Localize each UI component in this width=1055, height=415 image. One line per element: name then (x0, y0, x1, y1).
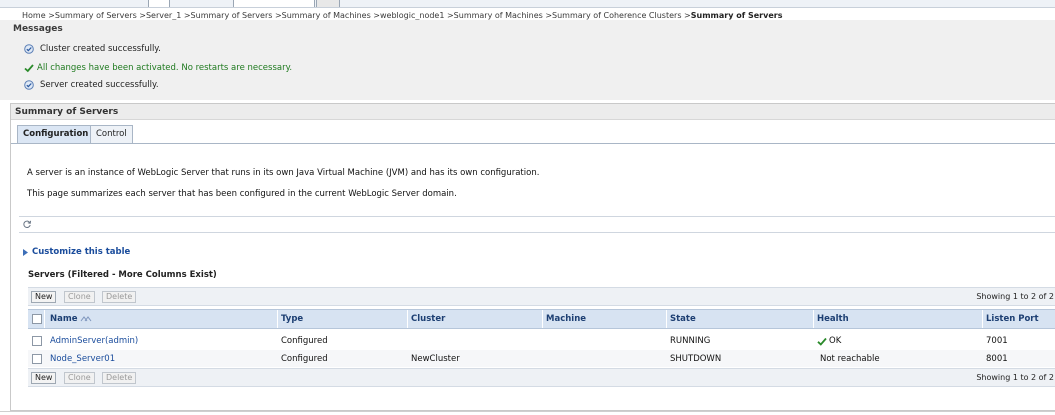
description-line: This page summarizes each server that ha… (27, 189, 457, 199)
table-toolbar-bottom: New Clone Delete Showing 1 to 2 of 2 (28, 368, 1055, 387)
toolbar-search-input[interactable] (233, 0, 315, 7)
health-text: OK (829, 336, 842, 346)
messages-panel: Messages Cluster created successfully. A… (0, 20, 1055, 100)
tab-control[interactable]: Control (90, 125, 133, 144)
server-state: RUNNING (670, 336, 711, 346)
description-line: A server is an instance of WebLogic Serv… (27, 168, 540, 178)
column-label: Name (50, 314, 78, 324)
new-button[interactable]: New (31, 291, 57, 303)
panel-title-bar: Summary of Servers (11, 104, 1055, 120)
server-health: Not reachable (820, 354, 880, 364)
column-separator (277, 310, 278, 328)
info-icon (24, 80, 34, 90)
messages-header: Messages (13, 24, 63, 34)
clone-button[interactable]: Clone (64, 291, 95, 303)
server-health: OK (817, 336, 841, 346)
server-listen-port: 8001 (986, 354, 1008, 364)
delete-button[interactable]: Delete (102, 372, 137, 384)
table-title: Servers (Filtered - More Columns Exist) (28, 270, 217, 280)
column-header-health[interactable]: Health (817, 314, 849, 324)
tab-configuration[interactable]: Configuration (17, 125, 95, 144)
column-separator (813, 310, 814, 328)
table-header: Name Type Cluster Machine State Health L… (28, 309, 1055, 329)
page-bottom-border (0, 411, 1055, 412)
toolbar-icon[interactable] (148, 0, 170, 7)
column-separator (982, 310, 983, 328)
server-state: SHUTDOWN (670, 354, 722, 364)
column-header-state[interactable]: State (670, 314, 696, 324)
select-all-checkbox[interactable] (32, 314, 42, 324)
new-button[interactable]: New (31, 372, 57, 384)
column-separator (407, 310, 408, 328)
delete-button[interactable]: Delete (102, 291, 137, 303)
column-header-machine[interactable]: Machine (546, 314, 586, 324)
server-type: Configured (281, 336, 328, 346)
pagination-status: Showing 1 to 2 of 2 (976, 373, 1054, 382)
refresh-bar (19, 216, 1055, 233)
column-separator (542, 310, 543, 328)
server-type: Configured (281, 354, 328, 364)
info-icon (24, 44, 34, 54)
server-cluster: NewCluster (411, 354, 460, 364)
message-item: Server created successfully. (24, 80, 159, 90)
column-header-cluster[interactable]: Cluster (411, 314, 445, 324)
breadcrumb-current: Summary of Servers (690, 11, 783, 20)
toolbar-search-button[interactable] (316, 0, 340, 7)
expand-arrow-icon (23, 248, 28, 256)
customize-table-link[interactable]: Customize this table (22, 247, 130, 257)
row-checkbox[interactable] (32, 354, 42, 364)
column-separator (666, 310, 667, 328)
message-item: Cluster created successfully. (24, 44, 161, 54)
table-row: Node_Server01 Configured NewCluster SHUT… (28, 350, 1055, 367)
breadcrumb: Home >Summary of Servers >Server_1 >Summ… (22, 11, 782, 20)
customize-table-label: Customize this table (32, 247, 131, 257)
server-name-link[interactable]: AdminServer(admin) (50, 336, 138, 346)
check-icon (817, 337, 827, 346)
sort-icon[interactable] (80, 315, 92, 323)
breadcrumb-links[interactable]: Home >Summary of Servers >Server_1 >Summ… (22, 11, 691, 20)
table-toolbar-top: New Clone Delete Showing 1 to 2 of 2 (28, 287, 1055, 306)
server-name-link[interactable]: Node_Server01 (50, 354, 115, 364)
message-item: All changes have been activated. No rest… (24, 63, 292, 73)
message-text: Server created successfully. (40, 80, 159, 90)
check-icon (24, 64, 34, 73)
table-row: AdminServer(admin) Configured RUNNING OK… (28, 332, 1055, 349)
server-listen-port: 7001 (986, 336, 1008, 346)
column-header-name[interactable]: Name (50, 314, 92, 324)
top-toolbar (0, 0, 1055, 8)
column-header-listen-port[interactable]: Listen Port (986, 314, 1039, 324)
column-header-type[interactable]: Type (281, 314, 303, 324)
message-text: Cluster created successfully. (40, 44, 161, 54)
message-text: All changes have been activated. No rest… (37, 63, 293, 73)
tab-divider (11, 143, 1055, 144)
pagination-status: Showing 1 to 2 of 2 (976, 292, 1054, 301)
refresh-icon[interactable] (22, 219, 32, 229)
column-separator (44, 310, 45, 328)
summary-panel: Summary of Servers Configuration Control… (10, 103, 1055, 411)
clone-button[interactable]: Clone (64, 372, 95, 384)
panel-title: Summary of Servers (15, 107, 119, 117)
row-checkbox[interactable] (32, 336, 42, 346)
